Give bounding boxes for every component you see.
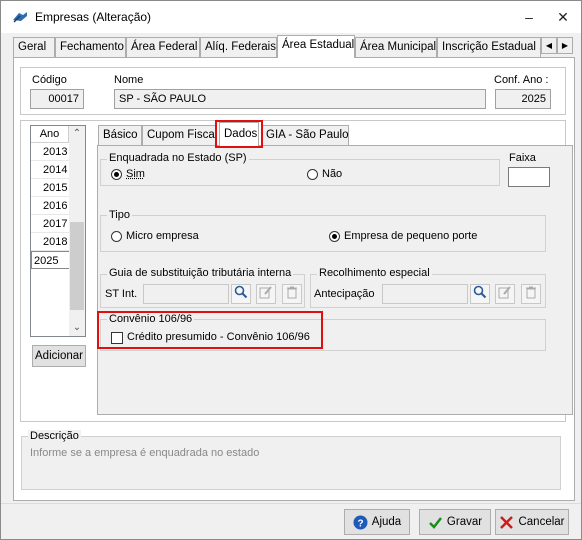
- nome-label: Nome: [114, 74, 144, 86]
- antecipacao-label: Antecipação: [314, 288, 375, 300]
- scroll-up-icon[interactable]: ⌃: [69, 126, 85, 142]
- tipo-title: Tipo: [107, 209, 132, 221]
- credito-presumido-label[interactable]: Crédito presumido - Convênio 106/96: [127, 331, 310, 343]
- faixa-input[interactable]: [508, 167, 550, 187]
- inner-tab-dados[interactable]: Dados: [219, 122, 259, 146]
- antecipacao-edit-icon[interactable]: [495, 284, 515, 304]
- codigo-field: 00017: [30, 89, 84, 109]
- empresas-window: Empresas (Alteração) – ✕ Geral Fechament…: [0, 0, 582, 540]
- help-icon: ?: [353, 515, 368, 529]
- window-title: Empresas (Alteração): [35, 10, 152, 24]
- tab-scroll-right-icon[interactable]: ▶: [557, 37, 573, 54]
- tab-area-municipal[interactable]: Área Municipal: [355, 37, 437, 57]
- cancel-x-icon: [500, 515, 514, 529]
- year-item[interactable]: 2013: [31, 143, 71, 161]
- conf-ano-field: 2025: [495, 89, 551, 109]
- tab-fechamento[interactable]: Fechamento: [55, 37, 126, 57]
- close-button[interactable]: ✕: [551, 6, 575, 28]
- faixa-label: Faixa: [509, 152, 536, 164]
- tab-scroll-left-icon[interactable]: ◀: [541, 37, 557, 54]
- inner-tab-basico[interactable]: Básico: [98, 125, 142, 145]
- st-int-label: ST Int.: [105, 288, 138, 300]
- st-int-edit-icon[interactable]: [256, 284, 276, 304]
- main-tab-row: Geral Fechamento Área Federal Alíq. Fede…: [13, 35, 575, 58]
- st-int-field[interactable]: [143, 284, 229, 304]
- codigo-label: Código: [32, 74, 67, 86]
- cancelar-button[interactable]: Cancelar: [495, 509, 569, 535]
- adicionar-label: Adicionar: [35, 350, 83, 362]
- inner-tab-gia-sao-paulo[interactable]: GIA - São Paulo: [261, 125, 349, 145]
- ajuda-button[interactable]: ? Ajuda: [344, 509, 410, 535]
- year-item[interactable]: 2016: [31, 197, 71, 215]
- tipo-epp-radio[interactable]: [329, 231, 340, 242]
- antecipacao-search-icon[interactable]: [470, 284, 490, 304]
- app-icon: [13, 12, 27, 23]
- adicionar-button[interactable]: Adicionar: [32, 345, 86, 367]
- conf-ano-label: Conf. Ano :: [494, 74, 549, 86]
- antecipacao-delete-icon[interactable]: [521, 284, 541, 304]
- tab-inscricao-estadual[interactable]: Inscrição Estadual S: [437, 37, 541, 57]
- tab-area-federal[interactable]: Área Federal: [126, 37, 200, 57]
- tipo-micro-radio[interactable]: [111, 231, 122, 242]
- enquadrada-title: Enquadrada no Estado (SP): [107, 152, 249, 164]
- year-item-selected[interactable]: 2025: [31, 251, 73, 269]
- convenio-title: Convênio 106/96: [107, 313, 195, 325]
- tab-geral[interactable]: Geral: [13, 37, 55, 57]
- svg-text:?: ?: [357, 518, 363, 529]
- year-list-scrollbar[interactable]: ⌃ ⌄: [69, 126, 85, 336]
- enquadrada-nao-label[interactable]: Não: [322, 168, 342, 180]
- year-list-header: Ano: [31, 126, 69, 143]
- gravar-button[interactable]: Gravar: [419, 509, 491, 535]
- antecipacao-field[interactable]: [382, 284, 468, 304]
- minimize-button[interactable]: –: [517, 6, 541, 28]
- descricao-text: Informe se a empresa é enquadrada no est…: [30, 447, 260, 459]
- year-item[interactable]: 2015: [31, 179, 71, 197]
- tab-area-estadual[interactable]: Área Estadual: [277, 35, 355, 58]
- nome-field: SP - SÃO PAULO: [114, 89, 486, 109]
- year-item[interactable]: 2018: [31, 233, 71, 251]
- tipo-micro-label[interactable]: Micro empresa: [126, 230, 199, 242]
- enquadrada-sim-label[interactable]: Sim: [126, 168, 145, 180]
- year-item[interactable]: 2014: [31, 161, 71, 179]
- recolhimento-title: Recolhimento especial: [317, 267, 432, 279]
- scroll-down-icon[interactable]: ⌄: [69, 320, 85, 336]
- inner-tab-cupom-fiscal[interactable]: Cupom Fiscal: [142, 125, 217, 145]
- scroll-thumb[interactable]: [70, 222, 84, 310]
- checkmark-icon: [429, 516, 442, 529]
- guia-title: Guia de substituição tributária interna: [107, 267, 294, 279]
- ajuda-label: Ajuda: [371, 516, 402, 528]
- descricao-title: Descrição: [28, 430, 81, 442]
- enquadrada-sim-radio[interactable]: [111, 169, 122, 180]
- descricao-group: [21, 436, 561, 490]
- title-bar: Empresas (Alteração) – ✕: [1, 1, 581, 33]
- tab-aliq-federais[interactable]: Alíq. Federais: [200, 37, 277, 57]
- gravar-label: Gravar: [446, 516, 483, 528]
- year-list[interactable]: Ano 2013 2014 2015 2016 2017 2018 2025 ⌃…: [30, 125, 86, 337]
- st-int-search-icon[interactable]: [231, 284, 251, 304]
- bottom-divider: [1, 503, 581, 504]
- enquadrada-nao-radio[interactable]: [307, 169, 318, 180]
- year-item[interactable]: 2017: [31, 215, 71, 233]
- credito-presumido-checkbox[interactable]: [111, 332, 123, 344]
- st-int-delete-icon[interactable]: [282, 284, 302, 304]
- cancelar-label: Cancelar: [518, 516, 565, 528]
- tipo-epp-label[interactable]: Empresa de pequeno porte: [344, 230, 477, 242]
